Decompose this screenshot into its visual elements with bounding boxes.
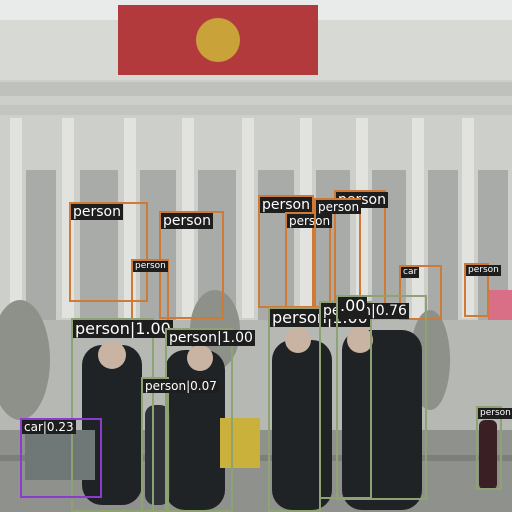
detection-label: car — [401, 267, 420, 278]
detection-label: person — [466, 265, 501, 276]
detection-label: car|0.23 — [22, 420, 76, 434]
detection-box-green — [268, 307, 321, 512]
detection-box-green — [336, 295, 427, 500]
detection-box-green — [165, 328, 233, 512]
detection-label: person — [316, 200, 362, 214]
detection-label: person — [161, 213, 213, 229]
detection-label: person — [260, 197, 312, 213]
detection-box-green — [141, 377, 169, 512]
detection-label: person — [478, 408, 512, 419]
detection-image: person person person person person person pers… — [0, 0, 512, 512]
detection-label: person|0.07 — [143, 379, 219, 393]
detection-label: person — [133, 261, 168, 272]
detection-box-orange — [314, 198, 361, 308]
detection-label: .00 — [338, 296, 368, 315]
detection-label: person — [71, 204, 123, 220]
emblem — [196, 18, 240, 62]
detection-label: person|1.00 — [167, 330, 255, 346]
detection-label: person|1.00 — [73, 319, 173, 338]
